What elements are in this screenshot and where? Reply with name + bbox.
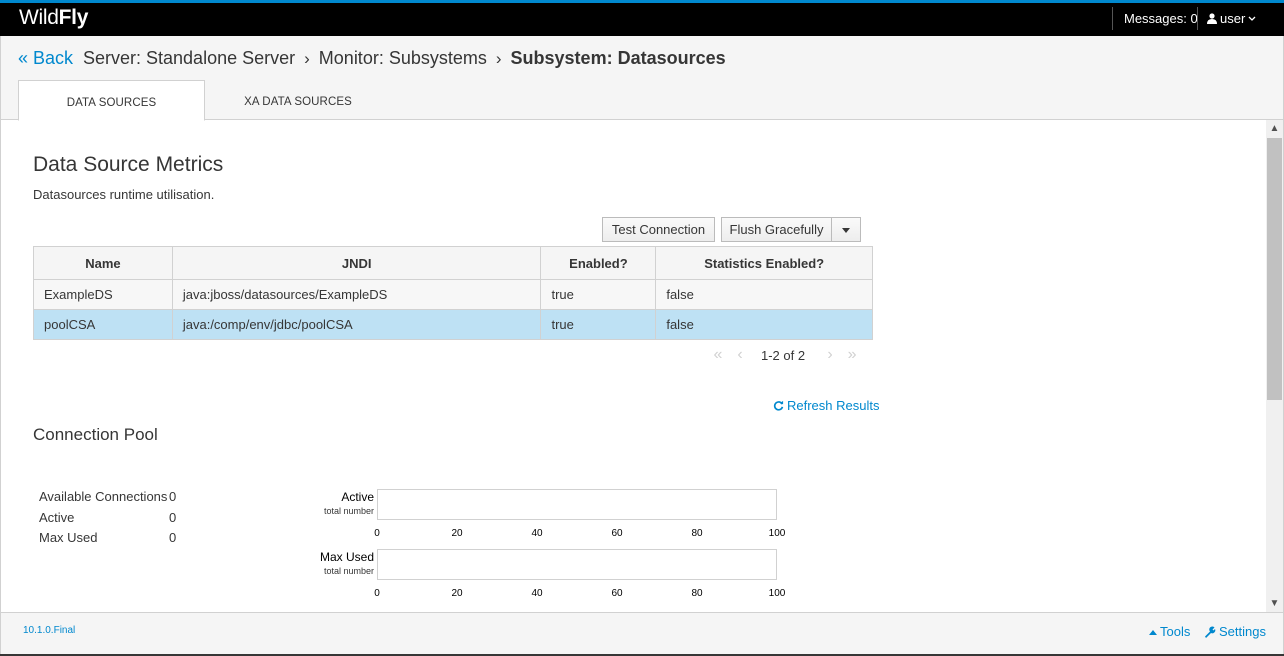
tick-label: 60 — [611, 588, 623, 599]
pool-stats: Available Connections 0 Active 0 Max Use… — [39, 489, 176, 551]
navbar-divider — [1197, 7, 1198, 30]
bar-track — [377, 489, 777, 520]
stat-value: 0 — [169, 489, 177, 504]
tab-data-sources[interactable]: DATA SOURCES — [18, 80, 205, 121]
page-description: Datasources runtime utilisation. — [33, 187, 215, 202]
table-row-selected[interactable]: poolCSA java:/comp/env/jdbc/poolCSA true… — [33, 309, 873, 340]
user-icon — [1207, 13, 1217, 24]
logo-text-fly: Fly — [58, 6, 89, 29]
table-row[interactable]: ExampleDS java:jboss/datasources/Example… — [33, 279, 873, 310]
tick-label: 20 — [451, 528, 463, 539]
stat-label: Available Connections — [39, 489, 168, 504]
caret-up-icon — [1149, 629, 1157, 635]
user-menu[interactable]: user — [1207, 11, 1256, 26]
wildfly-logo[interactable]: WildFly — [19, 6, 88, 30]
bar-axis-ticks: 0 20 40 60 80 100 — [374, 528, 797, 540]
scroll-down-icon[interactable]: ▼ — [1266, 595, 1283, 612]
pagination: « ‹ 1-2 of 2 › » — [707, 346, 863, 364]
stat-value: 0 — [169, 509, 177, 525]
caret-down-icon — [842, 228, 850, 234]
tick-label: 40 — [531, 528, 543, 539]
settings-label: Settings — [1219, 624, 1266, 639]
tab-xa-data-sources[interactable]: XA DATA SOURCES — [206, 80, 390, 120]
chevron-right-icon: › — [304, 48, 310, 68]
top-navbar: WildFly Messages: 0 user — [0, 0, 1284, 36]
tick-label: 80 — [691, 588, 703, 599]
tick-label: 100 — [768, 528, 786, 539]
tick-label: 0 — [374, 528, 380, 539]
tick-label: 20 — [451, 588, 463, 599]
tools-label: Tools — [1160, 624, 1191, 639]
messages-link[interactable]: Messages: 0 — [1124, 11, 1198, 26]
cell-enabled: true — [540, 279, 657, 310]
connection-pool-title: Connection Pool — [33, 425, 158, 444]
bar-label: Active — [341, 490, 374, 504]
settings-link[interactable]: Settings — [1204, 624, 1266, 639]
flush-gracefully-button[interactable]: Flush Gracefully — [721, 217, 832, 242]
cell-enabled: true — [540, 309, 657, 340]
scrollbar-thumb[interactable] — [1267, 138, 1282, 400]
last-page-icon[interactable]: » — [841, 346, 863, 364]
page-title: Data Source Metrics — [33, 153, 224, 176]
tick-label: 0 — [374, 588, 380, 599]
main-content: Data Source Metrics Datasources runtime … — [0, 120, 1284, 612]
tick-label: 40 — [531, 588, 543, 599]
back-label: Back — [33, 48, 74, 68]
breadcrumb: « Back Server: Standalone Server › Monit… — [0, 36, 1284, 80]
cell-statistics-enabled: false — [655, 279, 873, 310]
next-page-icon[interactable]: › — [819, 346, 841, 364]
tools-link[interactable]: Tools — [1149, 624, 1190, 639]
bar-track — [377, 549, 777, 580]
first-page-icon[interactable]: « — [707, 346, 729, 364]
logo-text-wild: Wild — [19, 6, 59, 29]
bar-sublabel: total number — [323, 566, 374, 576]
breadcrumb-trail: Server: Standalone Server › Monitor: Sub… — [83, 48, 726, 69]
stat-row: Active 0 — [39, 510, 176, 531]
prev-page-icon[interactable]: ‹ — [729, 346, 751, 364]
refresh-results-link[interactable]: Refresh Results — [773, 398, 879, 413]
bar-label: Max Used — [319, 550, 374, 564]
double-chevron-left-icon: « — [18, 48, 29, 68]
stat-label: Max Used — [39, 530, 98, 545]
breadcrumb-item-current: Subsystem: Datasources — [510, 48, 726, 68]
scroll-up-icon[interactable]: ▲ — [1266, 120, 1283, 137]
column-header-enabled[interactable]: Enabled? — [540, 246, 657, 280]
page-indicator: 1-2 of 2 — [761, 347, 806, 363]
user-name: user — [1220, 11, 1246, 26]
chevron-right-icon: › — [495, 48, 502, 68]
column-header-jndi[interactable]: JNDI — [171, 246, 542, 280]
refresh-label: Refresh Results — [787, 398, 880, 413]
cell-name: poolCSA — [33, 309, 173, 340]
refresh-icon — [773, 400, 784, 411]
bar-sublabel: total number — [323, 506, 374, 516]
breadcrumb-item-monitor[interactable]: Monitor: Subsystems — [319, 48, 487, 69]
stat-row: Max Used 0 — [39, 530, 176, 551]
cell-name: ExampleDS — [33, 279, 173, 310]
vertical-scrollbar[interactable]: ▲ ▼ — [1266, 120, 1283, 612]
stat-row: Available Connections 0 — [39, 489, 176, 510]
navbar-divider — [1112, 7, 1113, 30]
footer: 10.1.0.Final Tools Settings — [0, 612, 1284, 656]
test-connection-button[interactable]: Test Connection — [602, 217, 715, 242]
datasources-table: Name JNDI Enabled? Statistics Enabled? E… — [33, 246, 873, 340]
stat-value: 0 — [169, 530, 177, 545]
cell-jndi: java:jboss/datasources/ExampleDS — [171, 279, 542, 310]
tick-label: 60 — [611, 528, 623, 539]
tick-label: 100 — [768, 588, 786, 599]
column-header-name[interactable]: Name — [33, 246, 173, 280]
version-link[interactable]: 10.1.0.Final — [23, 625, 75, 636]
chevron-down-icon — [1248, 16, 1256, 21]
cell-jndi: java:/comp/env/jdbc/poolCSA — [171, 309, 542, 340]
table-header-row: Name JNDI Enabled? Statistics Enabled? — [33, 246, 873, 280]
stat-label: Active — [39, 509, 75, 525]
breadcrumb-item-server[interactable]: Server: Standalone Server — [83, 48, 295, 69]
flush-dropdown-toggle[interactable] — [831, 217, 861, 242]
wrench-icon — [1205, 625, 1216, 638]
cell-statistics-enabled: false — [655, 309, 873, 340]
tab-bar: DATA SOURCES XA DATA SOURCES — [0, 80, 1284, 121]
bar-axis-ticks: 0 20 40 60 80 100 — [374, 588, 797, 600]
column-header-statistics-enabled[interactable]: Statistics Enabled? — [655, 246, 873, 280]
back-link[interactable]: « Back — [18, 48, 73, 69]
tick-label: 80 — [691, 528, 703, 539]
